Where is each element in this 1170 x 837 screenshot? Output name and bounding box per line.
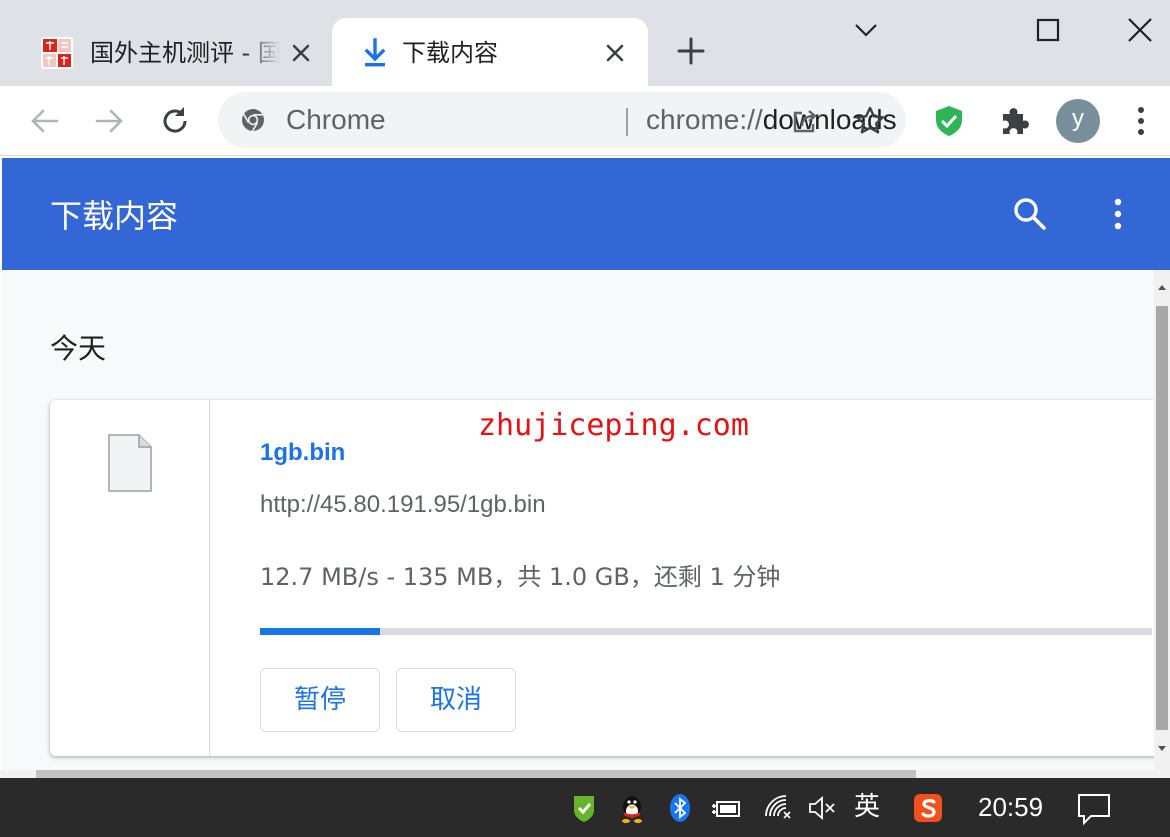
site-chip: Chrome — [286, 104, 386, 135]
pause-button[interactable]: 暂停 — [260, 668, 380, 732]
tab-strip: 国外主机测评 - 国 下载内容 — [0, 0, 1170, 86]
watermark-text: zhujiceping.com — [478, 408, 749, 443]
downloads-header: 下载内容 — [2, 158, 1170, 270]
plus-icon[interactable] — [674, 34, 708, 68]
close-icon[interactable] — [286, 38, 316, 68]
qq-penguin-icon[interactable] — [616, 792, 648, 824]
download-status: 12.7 MB/s - 135 MB，共 1.0 GB，还剩 1 分钟 — [260, 563, 781, 591]
forward-arrow-icon[interactable] — [92, 104, 126, 138]
download-item: 1gb.bin http://45.80.191.95/1gb.bin 12.7… — [50, 400, 1154, 756]
file-url[interactable]: http://45.80.191.95/1gb.bin — [260, 490, 546, 520]
close-icon[interactable] — [600, 38, 630, 68]
back-arrow-icon[interactable] — [28, 104, 62, 138]
speaker-mute-icon[interactable] — [806, 792, 838, 824]
bluetooth-icon[interactable] — [664, 792, 696, 824]
download-progress-bar — [260, 628, 1152, 635]
tab-title: 国外主机测评 - 国 — [90, 39, 280, 67]
close-window-icon[interactable] — [1124, 14, 1156, 46]
vertical-scrollbar-thumb[interactable] — [1156, 306, 1168, 730]
star-icon[interactable] — [854, 105, 886, 137]
horizontal-scrollbar[interactable] — [0, 770, 1170, 778]
cancel-button[interactable]: 取消 — [396, 668, 516, 732]
profile-avatar[interactable]: y — [1056, 99, 1100, 143]
share-icon[interactable] — [788, 105, 820, 137]
tab-downloads[interactable]: 下载内容 — [332, 18, 648, 86]
download-icon — [364, 38, 386, 67]
ime-language-indicator[interactable]: 英 — [854, 790, 880, 824]
taskbar-clock[interactable]: 20:59 — [978, 790, 1043, 824]
file-name-link[interactable]: 1gb.bin — [260, 438, 345, 468]
scroll-down-arrow-icon[interactable] — [1157, 744, 1167, 754]
chrome-logo-icon — [242, 109, 264, 132]
battery-icon[interactable] — [710, 792, 742, 824]
site-favicon-icon — [41, 37, 73, 69]
downloads-list: 今天 1gb.bin http://45.80.191.95/1gb.bin 1… — [2, 270, 1154, 770]
omnibox-divider — [626, 108, 628, 136]
page-title: 下载内容 — [50, 197, 179, 235]
maximize-icon[interactable] — [1032, 14, 1064, 46]
security-shield-icon[interactable] — [568, 792, 600, 824]
search-icon[interactable] — [1012, 196, 1048, 232]
chevron-down-icon[interactable] — [850, 14, 882, 46]
vertical-scrollbar[interactable] — [1154, 270, 1170, 770]
file-icon-column — [50, 400, 210, 756]
download-progress-fill — [260, 628, 381, 635]
tab-title: 下载内容 — [402, 39, 498, 67]
puzzle-icon[interactable] — [998, 104, 1032, 138]
more-vert-icon[interactable] — [1102, 196, 1134, 232]
shield-check-icon[interactable] — [932, 104, 966, 138]
windows-taskbar: 英 20:59 — [0, 778, 1170, 837]
notification-icon[interactable] — [1076, 792, 1112, 826]
browser-toolbar: Chrome chrome://downloads y — [0, 86, 1170, 156]
omnibox[interactable]: Chrome chrome://downloads — [218, 92, 906, 148]
scroll-up-arrow-icon[interactable] — [1157, 282, 1167, 292]
horizontal-scrollbar-thumb[interactable] — [36, 770, 916, 778]
wifi-icon[interactable] — [762, 792, 794, 824]
more-vert-icon[interactable] — [1124, 104, 1158, 138]
section-date: 今天 — [50, 332, 107, 365]
reload-icon[interactable] — [158, 104, 192, 138]
file-icon — [108, 434, 152, 492]
tab-site[interactable]: 国外主机测评 - 国 — [20, 18, 320, 86]
sogou-ime-icon[interactable] — [912, 792, 944, 824]
